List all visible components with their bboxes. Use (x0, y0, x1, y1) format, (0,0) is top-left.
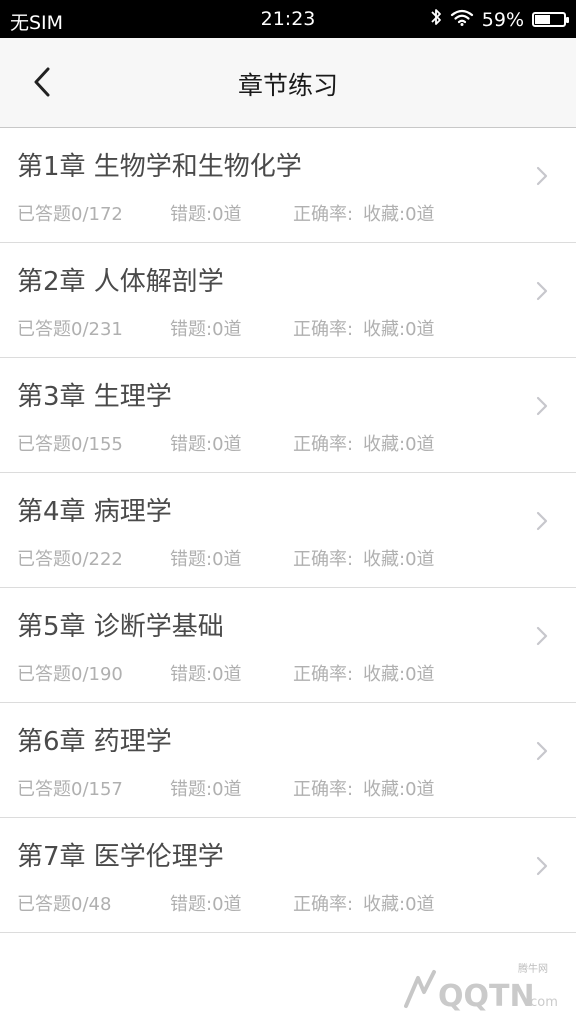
favorites-count: 收藏:0道 (363, 779, 435, 800)
chapter-title: 第7章 医学伦理学 (17, 842, 224, 872)
favorites-count: 收藏:0道 (363, 894, 435, 915)
navigation-bar: 章节练习 (0, 38, 576, 128)
battery-icon (532, 12, 569, 27)
answered-count: 已答题0/155 (17, 434, 123, 455)
accuracy-label: 正确率: (293, 434, 354, 455)
accuracy-label: 正确率: (293, 319, 354, 340)
wrong-count: 错题:0道 (170, 894, 242, 915)
chapter-title: 第6章 药理学 (17, 727, 172, 757)
answered-count: 已答题0/190 (17, 664, 123, 685)
answered-count: 已答题0/231 (17, 319, 123, 340)
chapter-title: 第2章 人体解剖学 (17, 267, 224, 297)
chevron-right-icon (536, 396, 548, 416)
answered-count: 已答题0/48 (17, 894, 112, 915)
favorites-count: 收藏:0道 (363, 204, 435, 225)
wrong-count: 错题:0道 (170, 434, 242, 455)
chapter-title: 第4章 病理学 (17, 497, 172, 527)
chevron-right-icon (536, 511, 548, 531)
favorites-count: 收藏:0道 (363, 434, 435, 455)
watermark-brand: QQTN (438, 979, 535, 1014)
status-right: 59% (430, 7, 569, 32)
chevron-right-icon (536, 281, 548, 301)
wrong-count: 错题:0道 (170, 549, 242, 570)
favorites-count: 收藏:0道 (363, 549, 435, 570)
chapter-item[interactable]: 第5章 诊断学基础已答题0/190 错题:0道 正确率: 收藏:0道 (0, 588, 576, 703)
chapter-item[interactable]: 第7章 医学伦理学已答题0/48 错题:0道 正确率: 收藏:0道 (0, 818, 576, 933)
watermark-logo: 腾牛网 QQTN .com (398, 958, 568, 1018)
bluetooth-icon (430, 7, 442, 32)
accuracy-label: 正确率: (293, 549, 354, 570)
watermark-suffix: .com (526, 995, 558, 1010)
wifi-icon (450, 8, 474, 31)
favorites-count: 收藏:0道 (363, 319, 435, 340)
chapter-item[interactable]: 第1章 生物学和生物化学已答题0/172 错题:0道 正确率: 收藏:0道 (0, 128, 576, 243)
wrong-count: 错题:0道 (170, 319, 242, 340)
chapter-title: 第1章 生物学和生物化学 (17, 152, 302, 182)
chapter-item[interactable]: 第4章 病理学已答题0/222 错题:0道 正确率: 收藏:0道 (0, 473, 576, 588)
accuracy-label: 正确率: (293, 894, 354, 915)
chapter-title: 第3章 生理学 (17, 382, 172, 412)
chapter-item[interactable]: 第2章 人体解剖学已答题0/231 错题:0道 正确率: 收藏:0道 (0, 243, 576, 358)
watermark-small-text: 腾牛网 (518, 962, 548, 975)
chevron-right-icon (536, 626, 548, 646)
chevron-right-icon (536, 856, 548, 876)
chevron-right-icon (536, 741, 548, 761)
chapter-item[interactable]: 第3章 生理学已答题0/155 错题:0道 正确率: 收藏:0道 (0, 358, 576, 473)
wrong-count: 错题:0道 (170, 664, 242, 685)
answered-count: 已答题0/157 (17, 779, 123, 800)
chapter-list: 第1章 生物学和生物化学 已答题0/172 错题:0道 正确率: 收藏:0道 第2章 人体… (0, 128, 576, 933)
page-title: 章节练习 (237, 71, 338, 100)
wrong-count: 错题:0道 (170, 779, 242, 800)
answered-count: 已答题0/172 (17, 204, 123, 225)
favorites-count: 收藏:0道 (363, 664, 435, 685)
battery-percent: 59% (481, 8, 524, 31)
wrong-count: 错题:0道 (170, 204, 242, 225)
chapter-item[interactable]: 第6章 药理学已答题0/157 错题:0道 正确率: 收藏:0道 (0, 703, 576, 818)
battery-level (535, 15, 551, 24)
accuracy-label: 正确率: (293, 779, 354, 800)
accuracy-label: 正确率: (293, 664, 354, 685)
chapter-title: 第5章 诊断学基础 (17, 612, 224, 642)
accuracy-label: 正确率: (293, 204, 354, 225)
status-bar: 无SIM 21:23 59% (0, 0, 576, 38)
answered-count: 已答题0/222 (17, 549, 123, 570)
chevron-right-icon (536, 166, 548, 186)
